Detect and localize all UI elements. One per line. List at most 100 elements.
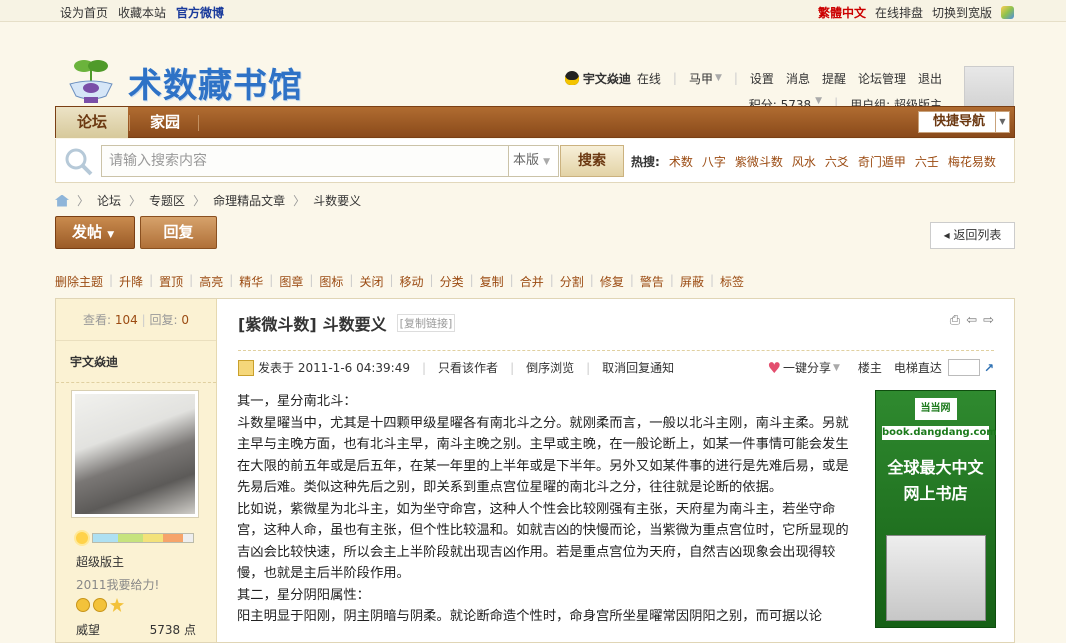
admin-action[interactable]: 图标 xyxy=(319,273,343,290)
bookmark-link[interactable]: 收藏本站 xyxy=(118,4,166,21)
breadcrumb-item[interactable]: 专题区 xyxy=(149,192,185,209)
header: 术数藏书馆 宇文焱迪 在线 | 马甲 ▼ | 设置 消息 提醒 论坛管理 退出 积… xyxy=(0,22,1066,116)
quick-nav-button[interactable]: 快捷导航 ▼ xyxy=(918,111,1010,133)
medals xyxy=(76,598,124,612)
go-arrow-icon[interactable]: ↗ xyxy=(984,361,994,375)
chevron-down-icon[interactable]: ▼ xyxy=(833,363,840,373)
admin-action[interactable]: 高亮 xyxy=(199,273,223,290)
copy-link-button[interactable]: [复制链接] xyxy=(396,314,456,332)
post-time: 发表于 2011-1-6 04:39:49 xyxy=(258,361,410,375)
admin-action[interactable]: 警告 xyxy=(640,273,664,290)
top-bar: 设为首页 收藏本站 官方微博 繁體中文 在线排盘 切换到宽版 xyxy=(0,0,1066,22)
elevator-label: 电梯直达 xyxy=(893,361,942,375)
official-weibo-link[interactable]: 官方微博 xyxy=(176,4,224,21)
reverse-order-link[interactable]: 倒序浏览 xyxy=(526,359,574,376)
ad-url: book.dangdang.com xyxy=(882,426,997,440)
username-link[interactable]: 宇文焱迪 xyxy=(583,70,631,87)
settings-link[interactable]: 设置 xyxy=(750,70,774,87)
admin-action[interactable]: 升降 xyxy=(119,273,143,290)
alt-account-menu[interactable]: 马甲 xyxy=(689,70,713,87)
logo-bowl-icon xyxy=(64,56,118,108)
breadcrumb-item[interactable]: 斗数要义 xyxy=(313,192,361,209)
search-input[interactable]: 请输入搜索内容 xyxy=(101,145,509,177)
traditional-chinese-link[interactable]: 繁體中文 xyxy=(818,4,866,21)
prev-thread-icon[interactable]: ⇦ xyxy=(966,313,977,328)
admin-toolbar: 删除主题 | 升降 | 置顶 | 高亮 | 精华 | 图章 | 图标 | 关闭 | 移动 | 分类… xyxy=(55,273,745,290)
reminders-link[interactable]: 提醒 xyxy=(822,70,846,87)
search-button[interactable]: 搜索 xyxy=(560,145,624,177)
only-author-link[interactable]: 只看该作者 xyxy=(438,359,498,376)
new-post-button[interactable]: 发帖 ▼ xyxy=(55,216,135,249)
print-icon[interactable]: ⎙ xyxy=(950,313,960,328)
admin-action[interactable]: 屏蔽 xyxy=(680,273,704,290)
sun-icon xyxy=(76,532,88,544)
qq-icon xyxy=(564,71,579,85)
author-group[interactable]: 超级版主 xyxy=(76,553,124,570)
books-image xyxy=(886,535,986,621)
thread-tools: ⎙ ⇦ ⇨ xyxy=(950,313,994,328)
post-content: [紫微斗数] 斗数要义 [复制链接] ⎙ ⇦ ⇨ 发表于 2011-1-6 04… xyxy=(218,299,1014,642)
smiley-medal-icon xyxy=(76,598,90,612)
hot-link[interactable]: 梅花易数 xyxy=(948,153,996,170)
hot-link[interactable]: 风水 xyxy=(792,153,816,170)
home-icon[interactable] xyxy=(55,194,69,207)
admin-action[interactable]: 移动 xyxy=(400,273,424,290)
tab-home[interactable]: 家园 xyxy=(129,107,201,138)
ad-brand: 当当网 xyxy=(914,398,957,420)
logout-link[interactable]: 退出 xyxy=(918,70,942,87)
back-to-list-button[interactable]: ◂ 返回列表 xyxy=(930,222,1015,249)
admin-action[interactable]: 置顶 xyxy=(159,273,183,290)
hot-link[interactable]: 六壬 xyxy=(915,153,939,170)
reply-button[interactable]: 回复 xyxy=(140,216,217,249)
admin-action[interactable]: 关闭 xyxy=(359,273,383,290)
next-thread-icon[interactable]: ⇨ xyxy=(983,313,994,328)
hot-searches: 热搜: 术数 八字 紫微斗数 风水 六爻 奇门遁甲 六壬 梅花易数 xyxy=(631,153,996,170)
hot-link[interactable]: 奇门遁甲 xyxy=(858,153,906,170)
search-scope-select[interactable]: 本版 ▼ xyxy=(509,145,559,177)
forum-admin-link[interactable]: 论坛管理 xyxy=(858,70,906,87)
dangdang-ad[interactable]: 当当网 book.dangdang.com 全球最大中文 网上书店 xyxy=(875,390,997,628)
hot-link[interactable]: 紫微斗数 xyxy=(735,153,783,170)
cancel-notify-link[interactable]: 取消回复通知 xyxy=(602,359,674,376)
hot-link[interactable]: 八字 xyxy=(702,153,726,170)
admin-action[interactable]: 合并 xyxy=(520,273,544,290)
search-bar: 请输入搜索内容 本版 ▼ 搜索 热搜: 术数 八字 紫微斗数 风水 六爻 奇门遁… xyxy=(55,139,1015,183)
messages-link[interactable]: 消息 xyxy=(786,70,810,87)
paragraph: 其一，星分南北斗： xyxy=(237,394,357,409)
hot-link[interactable]: 六爻 xyxy=(825,153,849,170)
paragraph: 斗数星曜当中，尤其是十四颗甲级星曜各有南北斗之分。就刚柔而言，一般以北斗主刚，南… xyxy=(237,415,849,496)
post-container: 查看: 104 | 回复: 0 宇文焱迪 超级版主 2011我要给力! 威望 5… xyxy=(55,298,1015,643)
breadcrumb-item[interactable]: 论坛 xyxy=(97,192,121,209)
admin-action[interactable]: 分类 xyxy=(440,273,464,290)
ad-line1: 全球最大中文 xyxy=(887,458,984,477)
thread-title: [紫微斗数] 斗数要义 [复制链接] xyxy=(238,311,456,335)
search-icon xyxy=(65,148,93,176)
set-homepage-link[interactable]: 设为首页 xyxy=(60,4,108,21)
admin-action[interactable]: 修复 xyxy=(600,273,624,290)
elevator-input[interactable] xyxy=(947,359,980,376)
post-body: 其一，星分南北斗： 斗数星曜当中，尤其是十四颗甲级星曜各有南北斗之分。就刚柔而言… xyxy=(237,391,857,628)
author-sidebar: 查看: 104 | 回复: 0 宇文焱迪 超级版主 2011我要给力! 威望 5… xyxy=(56,299,217,642)
hot-link[interactable]: 术数 xyxy=(669,153,693,170)
post-meta: 发表于 2011-1-6 04:39:49 | 只看该作者 | 倒序浏览 | 取… xyxy=(238,350,994,377)
admin-action[interactable]: 图章 xyxy=(279,273,303,290)
paragraph: 比如说，紫微星为北斗主，如为坐守命宫，这种人个性会比较刚强有主张，天府星为南斗主… xyxy=(237,501,849,582)
admin-action[interactable]: 复制 xyxy=(480,273,504,290)
admin-action[interactable]: 精华 xyxy=(239,273,263,290)
share-button[interactable]: 一键分享 xyxy=(783,359,831,376)
tab-forum[interactable]: 论坛 xyxy=(56,107,129,138)
level-bar xyxy=(76,532,194,544)
admin-action[interactable]: 删除主题 xyxy=(55,273,103,290)
admin-action[interactable]: 标签 xyxy=(720,273,744,290)
chevron-down-icon[interactable]: ▼ xyxy=(715,73,722,83)
author-name[interactable]: 宇文焱迪 xyxy=(56,341,216,383)
author-avatar[interactable] xyxy=(71,390,199,518)
paragraph: 阳主明显于阳刚，阴主阴暗与阴柔。就论断命造个性时，命身宫所坐星曜常因阴阳之别，而… xyxy=(237,609,823,624)
admin-action[interactable]: 分割 xyxy=(560,273,584,290)
style-icon[interactable] xyxy=(1001,6,1014,19)
online-chart-link[interactable]: 在线排盘 xyxy=(875,4,923,21)
site-logo[interactable]: 术数藏书馆 xyxy=(64,56,303,108)
wide-version-link[interactable]: 切换到宽版 xyxy=(932,4,992,21)
breadcrumb: 〉论坛 〉专题区 〉命理精品文章 〉斗数要义 xyxy=(55,192,361,209)
breadcrumb-item[interactable]: 命理精品文章 xyxy=(213,192,285,209)
